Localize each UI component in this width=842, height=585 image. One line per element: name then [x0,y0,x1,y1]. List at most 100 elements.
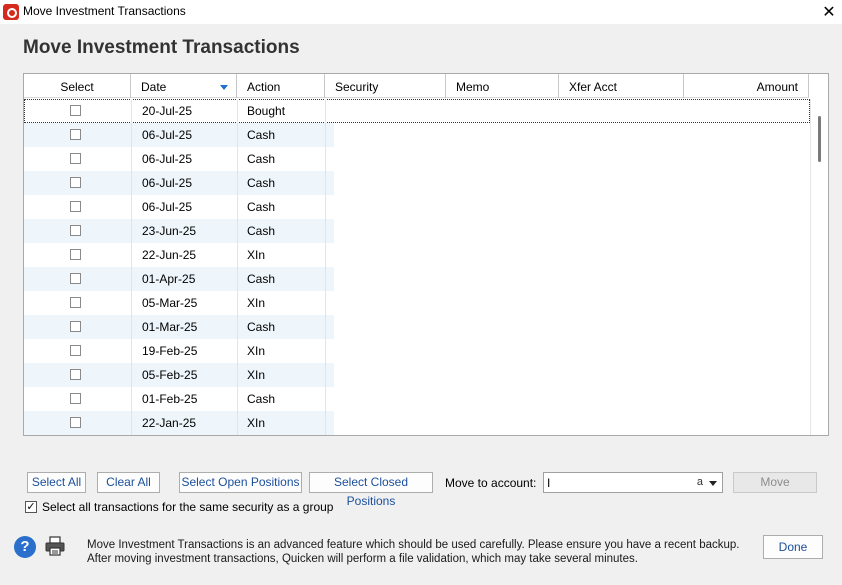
printer-icon[interactable] [45,536,65,556]
row-action: XIn [247,416,266,430]
column-divider [237,99,238,435]
column-header-memo[interactable]: Memo [446,74,559,98]
move-to-account-dropdown[interactable]: I a [543,472,723,493]
column-header-select[interactable]: Select [24,74,131,98]
select-closed-label: Select Closed Positions [333,475,409,508]
row-date: 01-Feb-25 [142,392,198,406]
row-action: Cash [247,224,276,238]
select-open-positions-button[interactable]: Select Open Positions [179,472,302,493]
row-select-checkbox[interactable] [70,273,81,284]
column-header-date[interactable]: Date [131,74,237,98]
column-header-amount[interactable]: Amount [684,74,809,98]
row-date: 22-Jan-25 [142,416,197,430]
row-select-checkbox[interactable] [70,393,81,404]
column-divider [131,99,132,435]
row-date: 01-Apr-25 [142,272,196,286]
group-select-label: Select all transactions for the same sec… [42,500,334,514]
table-row[interactable]: 06-Jul-25 Cash [24,123,810,147]
row-bg-security [325,219,334,243]
row-date: 06-Jul-25 [142,200,193,214]
move-to-account-value: I [547,476,551,490]
done-button[interactable]: Done [763,535,823,559]
row-date: 19-Feb-25 [142,344,198,358]
header-corner [809,74,828,98]
row-date: 06-Jul-25 [142,176,193,190]
row-select-checkbox[interactable] [70,153,81,164]
table-row[interactable]: 01-Feb-25 Cash [24,387,810,411]
select-all-button[interactable]: Select All [27,472,86,493]
row-date: 01-Mar-25 [142,320,198,334]
row-select-checkbox[interactable] [70,177,81,188]
table-row[interactable]: 20-Jul-25 Bought [24,99,810,123]
column-header-xfer-acct[interactable]: Xfer Acct [559,74,684,98]
table-row[interactable]: 01-Mar-25 Cash [24,315,810,339]
select-open-label: Select Open Positions [181,475,300,489]
row-date: 23-Jun-25 [142,224,197,238]
clear-all-label: Clear All [106,475,151,489]
move-label: Move [760,475,790,489]
table-row[interactable]: 19-Feb-25 XIn [24,339,810,363]
table-row[interactable]: 01-Apr-25 Cash [24,267,810,291]
column-header-action[interactable]: Action [237,74,325,98]
row-select-checkbox[interactable] [70,345,81,356]
row-action: Cash [247,200,276,214]
warning-note: Move Investment Transactions is an advan… [87,539,740,565]
move-to-account-clipped-text: a [696,476,703,488]
row-bg-security [325,315,334,339]
group-select-checkbox[interactable]: ✓ [25,501,37,513]
row-select-checkbox[interactable] [70,105,81,116]
row-bg-security [325,243,334,267]
row-action: Cash [247,272,276,286]
row-action: XIn [247,248,266,262]
row-select-checkbox[interactable] [70,321,81,332]
chevron-down-icon[interactable] [709,481,717,486]
row-select-checkbox[interactable] [70,129,81,140]
row-action: Cash [247,152,276,166]
title-bar: Move Investment Transactions ✕ [0,0,842,24]
table-row[interactable]: 05-Mar-25 XIn [24,291,810,315]
grid-header: Select Date Action Security Memo Xfer Ac… [24,74,810,98]
row-select-checkbox[interactable] [70,249,81,260]
move-to-account-label: Move to account: [445,476,537,490]
quicken-logo-icon [3,4,19,20]
table-row[interactable]: 22-Jun-25 XIn [24,243,810,267]
row-date: 05-Feb-25 [142,368,198,382]
vertical-scrollbar[interactable] [810,99,828,435]
row-select-checkbox[interactable] [70,297,81,308]
clear-all-button[interactable]: Clear All [97,472,160,493]
scrollbar-thumb[interactable] [818,116,821,162]
row-bg-security [325,387,334,411]
select-closed-positions-button[interactable]: Select Closed Positions [309,472,433,508]
done-label: Done [778,540,808,554]
row-bg-security [325,339,334,363]
table-row[interactable]: 06-Jul-25 Cash [24,147,810,171]
move-button[interactable]: Move [733,472,817,493]
help-icon[interactable]: ? [14,536,36,558]
close-icon[interactable]: ✕ [820,2,838,22]
row-select-checkbox[interactable] [70,417,81,428]
row-action: Cash [247,128,276,142]
row-date: 22-Jun-25 [142,248,197,262]
window-title: Move Investment Transactions [23,4,186,18]
row-bg-security [325,99,334,123]
table-row[interactable]: 06-Jul-25 Cash [24,171,810,195]
sort-descending-icon [220,85,228,90]
table-row[interactable]: 06-Jul-25 Cash [24,195,810,219]
table-row[interactable]: 22-Jan-25 XIn [24,411,810,435]
row-action: XIn [247,344,266,358]
row-bg-security [325,411,334,435]
select-all-label: Select All [31,475,82,489]
row-select-checkbox[interactable] [70,369,81,380]
column-header-security[interactable]: Security [325,74,446,98]
transactions-grid[interactable]: Select Date Action Security Memo Xfer Ac… [23,73,829,436]
row-date: 05-Mar-25 [142,296,198,310]
row-bg-security [325,147,334,171]
row-bg-security [325,195,334,219]
row-select-checkbox[interactable] [70,201,81,212]
row-select-checkbox[interactable] [70,225,81,236]
table-row[interactable]: 05-Feb-25 XIn [24,363,810,387]
table-row[interactable]: 23-Jun-25 Cash [24,219,810,243]
row-date: 06-Jul-25 [142,128,193,142]
row-date: 06-Jul-25 [142,152,193,166]
column-header-date-label: Date [141,80,167,94]
